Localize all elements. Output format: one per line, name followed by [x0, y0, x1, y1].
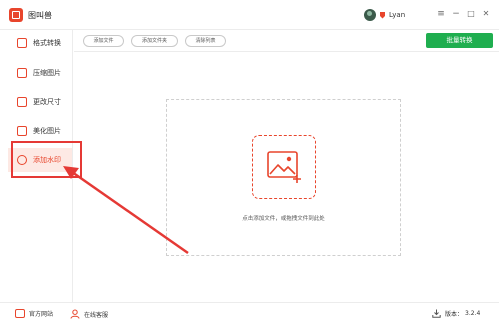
- title-bar: 图叫兽 Lyan ≡ − □ ✕: [0, 0, 499, 30]
- online-support-link[interactable]: 在线客服: [70, 309, 108, 319]
- sidebar-item-beautify[interactable]: 美化图片: [8, 119, 72, 143]
- online-support-label: 在线客服: [84, 311, 109, 319]
- minimize-icon[interactable]: −: [451, 9, 461, 19]
- drop-zone-hint: 点击添加文件，或拖拽文件到此处: [242, 216, 325, 222]
- sidebar-item-label: 格式转换: [33, 39, 61, 47]
- close-icon[interactable]: ✕: [481, 9, 491, 19]
- monitor-icon: [15, 309, 25, 318]
- image-add-icon[interactable]: [252, 135, 316, 199]
- sidebar-item-format-convert[interactable]: 格式转换: [8, 31, 72, 55]
- version-label: 版本：: [445, 311, 464, 318]
- user-name[interactable]: Lyan: [389, 11, 405, 19]
- compress-icon: [17, 68, 27, 78]
- add-folder-button[interactable]: 添加文件夹: [131, 35, 178, 47]
- version-value: 3.2.4: [465, 310, 481, 317]
- maximize-icon[interactable]: □: [466, 9, 476, 19]
- sidebar-item-resize[interactable]: 更改尺寸: [8, 90, 72, 114]
- vip-icon: [380, 12, 385, 19]
- sidebar-item-label: 美化图片: [33, 127, 61, 135]
- annotation-highlight-box: [11, 141, 82, 178]
- beautify-icon: [17, 126, 27, 136]
- batch-convert-button[interactable]: 批量转换: [426, 33, 493, 48]
- format-convert-icon: [17, 38, 27, 48]
- sidebar-item-label: 更改尺寸: [33, 98, 61, 106]
- avatar[interactable]: [364, 9, 376, 21]
- version-info: 版本： 3.2.4: [432, 309, 480, 318]
- official-website-label: 官方网站: [29, 311, 54, 318]
- resize-icon: [17, 97, 27, 107]
- app-logo-icon: [9, 8, 23, 22]
- app-title: 图叫兽: [28, 11, 52, 20]
- sidebar-item-compress[interactable]: 压缩图片: [8, 61, 72, 85]
- sidebar-item-label: 压缩图片: [33, 69, 61, 77]
- download-icon: [432, 309, 441, 318]
- add-file-button[interactable]: 添加文件: [83, 35, 124, 47]
- official-website-link[interactable]: 官方网站: [15, 309, 53, 318]
- menu-icon[interactable]: ≡: [436, 9, 446, 19]
- support-person-icon: [70, 309, 80, 319]
- clear-list-button[interactable]: 清除列表: [185, 35, 226, 47]
